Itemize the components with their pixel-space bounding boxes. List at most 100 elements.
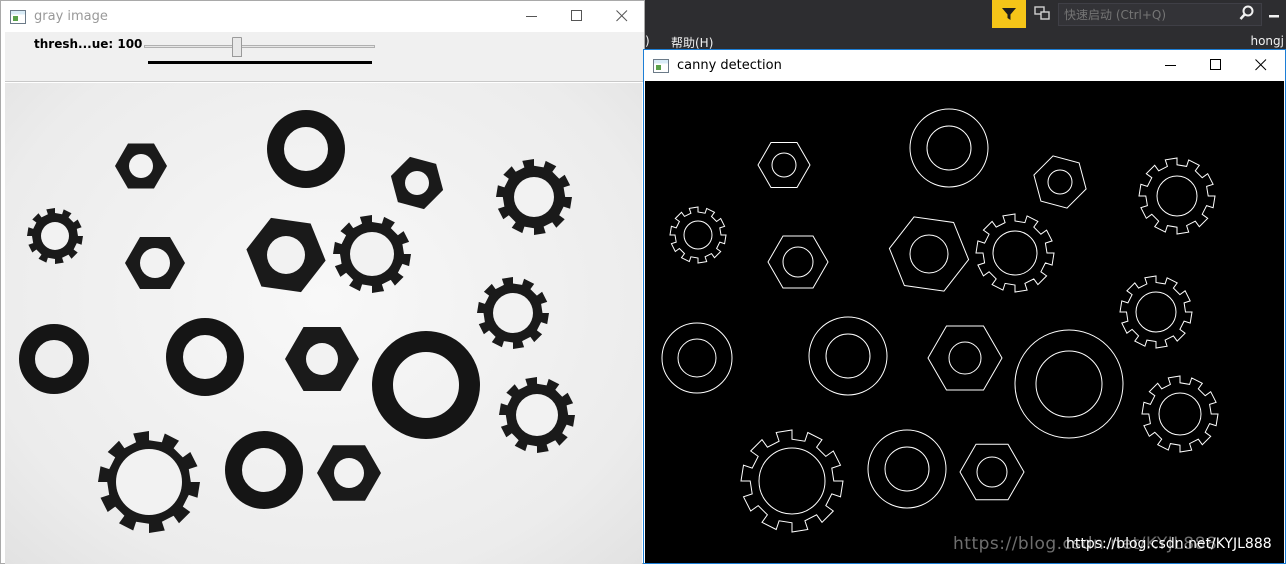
nut-hole xyxy=(129,154,153,178)
hex-part xyxy=(927,325,1003,391)
nut-hole xyxy=(405,171,429,195)
ring-part xyxy=(661,322,733,394)
watermark-overlay: https://blog.csdn.net/KYJL888 xyxy=(1066,536,1272,552)
nut-hole xyxy=(267,236,305,274)
gear-part xyxy=(740,429,844,533)
hole-edge xyxy=(1035,350,1103,418)
gear-part xyxy=(98,431,200,533)
ring-part xyxy=(867,429,947,509)
app-icon xyxy=(653,58,669,73)
minimize-button[interactable] xyxy=(509,1,555,31)
maximize-icon xyxy=(1210,59,1221,70)
gear-hole xyxy=(516,394,558,436)
hole-edge xyxy=(782,246,814,278)
ring-part xyxy=(1014,329,1124,439)
ide-minimize-icon[interactable] xyxy=(1268,6,1286,24)
gear-part xyxy=(496,159,572,235)
user-name[interactable]: hongj xyxy=(1250,34,1284,48)
close-button[interactable] xyxy=(599,1,645,31)
nut-edge xyxy=(767,235,829,289)
washer-outer-edge xyxy=(808,316,888,396)
hole-edge xyxy=(677,338,717,378)
minimize-icon xyxy=(1165,65,1176,66)
nut-edge xyxy=(888,216,970,292)
hex-part xyxy=(317,445,381,501)
washer-outer-edge xyxy=(661,322,733,394)
app-icon xyxy=(10,9,26,24)
ring-part xyxy=(267,110,345,188)
hex-part xyxy=(959,443,1025,501)
gray-image-window: gray image thresh...ue: 100 xyxy=(0,0,645,564)
gear-part xyxy=(1138,157,1216,235)
funnel-icon xyxy=(1002,8,1016,20)
nut-edge xyxy=(757,142,811,188)
gear-hole xyxy=(514,177,554,217)
trackbar-track[interactable] xyxy=(144,45,375,48)
hex-part xyxy=(767,235,829,289)
close-icon xyxy=(616,10,628,22)
nut-edge xyxy=(959,443,1025,501)
gear-part xyxy=(499,377,575,453)
ring-part xyxy=(372,331,480,439)
hole-edge xyxy=(1158,392,1202,436)
close-button[interactable] xyxy=(1238,50,1284,80)
hole-edge xyxy=(1047,169,1073,195)
gear-edge xyxy=(1141,375,1219,453)
feedback-icon[interactable] xyxy=(1032,4,1052,24)
washer-outer-edge xyxy=(867,429,947,509)
washer-shape xyxy=(19,324,89,394)
hole-edge xyxy=(976,456,1008,488)
washer-shape xyxy=(225,431,303,509)
ring-part xyxy=(19,324,89,394)
hole-edge xyxy=(909,234,949,274)
hole-edge xyxy=(1156,175,1198,217)
washer-shape xyxy=(267,110,345,188)
close-icon xyxy=(1255,59,1267,71)
gear-edge xyxy=(975,213,1055,293)
trackbar-thumb[interactable] xyxy=(232,37,242,57)
maximize-icon xyxy=(571,10,582,21)
quick-launch-input[interactable] xyxy=(1058,3,1262,26)
filter-button[interactable] xyxy=(992,0,1026,28)
hole-edge xyxy=(683,220,713,250)
hole-edge xyxy=(948,341,982,375)
hole-edge xyxy=(926,125,972,171)
trackbar-label: thresh...ue: 100 xyxy=(34,37,143,51)
hex-part xyxy=(115,143,167,189)
ring-part xyxy=(225,431,303,509)
canny-detection-window: canny detection xyxy=(643,49,1286,564)
gear-edge xyxy=(1138,157,1216,235)
gear-part xyxy=(1119,275,1193,349)
gear-hole xyxy=(116,449,182,515)
hex-part xyxy=(285,327,359,391)
washer-outer-edge xyxy=(1014,329,1124,439)
hex-part xyxy=(888,216,970,292)
hole-edge xyxy=(758,447,826,515)
search-icon[interactable] xyxy=(1238,4,1258,24)
trackbar-underline xyxy=(148,61,372,64)
canny-edge-parts xyxy=(661,108,1219,533)
maximize-button[interactable] xyxy=(1193,50,1239,80)
threshold-trackbar-panel: thresh...ue: 100 xyxy=(5,32,644,82)
gear-hole xyxy=(493,293,533,333)
ring-part xyxy=(808,316,888,396)
window-title: canny detection xyxy=(677,58,782,73)
gear-part xyxy=(975,213,1055,293)
gray-image-canvas xyxy=(5,83,642,564)
gear-part xyxy=(477,277,549,349)
window-title: gray image xyxy=(34,9,108,24)
gray-title-bar[interactable]: gray image xyxy=(1,1,644,32)
minimize-button[interactable] xyxy=(1148,50,1194,80)
washer-shape xyxy=(372,331,480,439)
maximize-button[interactable] xyxy=(554,1,600,31)
hole-edge xyxy=(1135,291,1177,333)
hex-part xyxy=(757,142,811,188)
washer-shape xyxy=(166,318,244,396)
canny-title-bar[interactable]: canny detection xyxy=(644,50,1285,81)
hex-part xyxy=(125,237,185,289)
gear-part xyxy=(333,215,411,293)
nut-edge xyxy=(927,325,1003,391)
ring-part xyxy=(909,108,989,188)
hex-part xyxy=(1033,155,1087,209)
hole-edge xyxy=(825,333,871,379)
